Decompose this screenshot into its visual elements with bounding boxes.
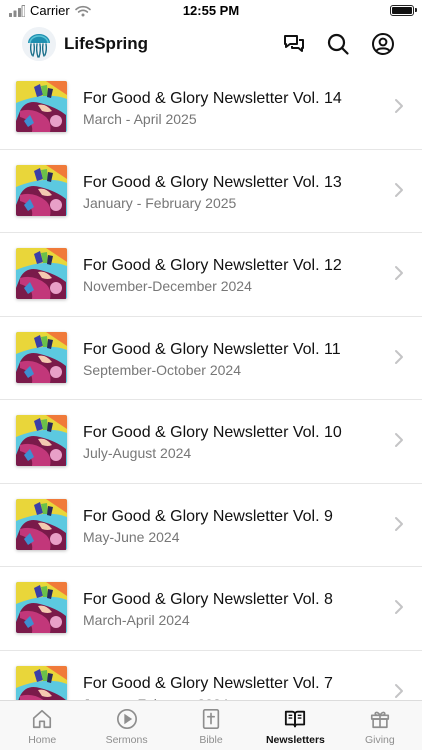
newsletter-thumbnail: [16, 665, 67, 700]
bible-icon: [202, 709, 220, 729]
chat-bubbles-icon: [284, 35, 304, 52]
newsletter-thumbnail: [16, 248, 67, 299]
status-bar: Carrier 12:55 PM: [0, 0, 422, 22]
newsletter-date: March - April 2025: [83, 111, 197, 127]
tab-home[interactable]: Home: [0, 701, 84, 750]
tab-label: Bible: [199, 734, 223, 746]
chevron-right-icon: [395, 349, 403, 364]
app-title: LifeSpring: [64, 34, 149, 53]
newsletter-title: For Good & Glory Newsletter Vol. 11: [83, 340, 341, 358]
newsletter-date: September-October 2024: [83, 361, 241, 378]
tab-label: Sermons: [105, 734, 148, 746]
newsletter-row[interactable]: For Good & Glory Newsletter Vol. 8 March…: [0, 567, 422, 651]
battery-icon: [390, 5, 417, 16]
chevron-right-icon: [395, 99, 403, 113]
newsletter-row[interactable]: For Good & Glory Newsletter Vol. 9 May-J…: [0, 484, 422, 567]
newsletter-thumbnail: [16, 582, 67, 633]
tab-bar: Home Sermons Bible Newsletters Giving: [0, 700, 422, 750]
tab-label: Giving: [364, 734, 395, 746]
newsletter-date: March-April 2024: [83, 612, 190, 628]
home-icon: [33, 709, 52, 729]
app-header: LifeSpring: [0, 22, 422, 66]
gift-icon: [370, 711, 389, 729]
newsletter-title: For Good & Glory Newsletter Vol. 8: [83, 591, 333, 608]
messages-button[interactable]: [282, 32, 306, 56]
newsletter-title: For Good & Glory Newsletter Vol. 13: [83, 173, 342, 191]
newsletter-row[interactable]: For Good & Glory Newsletter Vol. 11 Sept…: [0, 317, 422, 400]
tab-bible[interactable]: Bible: [169, 701, 253, 750]
newsletter-row[interactable]: For Good & Glory Newsletter Vol. 13 Janu…: [0, 150, 422, 233]
chevron-right-icon: [395, 182, 403, 197]
play-circle-icon: [116, 709, 137, 729]
newsletter-date: November-December 2024: [83, 278, 252, 294]
tab-newsletters[interactable]: Newsletters: [253, 701, 337, 750]
account-icon: [372, 33, 394, 55]
newsletter-title: For Good & Glory Newsletter Vol. 9: [83, 507, 333, 525]
newsletter-thumbnail: [16, 498, 67, 550]
newsletter-row[interactable]: For Good & Glory Newsletter Vol. 7 Janua…: [0, 651, 422, 700]
newsletter-row[interactable]: For Good & Glory Newsletter Vol. 12 Nove…: [0, 233, 422, 317]
newsletter-title: For Good & Glory Newsletter Vol. 10: [83, 424, 342, 441]
app-logo[interactable]: [22, 27, 56, 61]
chevron-right-icon: [395, 683, 403, 698]
newsletter-thumbnail: [16, 415, 67, 466]
newsletter-date: May-June 2024: [83, 528, 180, 545]
newsletter-thumbnail: [16, 331, 67, 383]
jellyfish-logo-icon: [22, 27, 56, 61]
newsletter-title: For Good & Glory Newsletter Vol. 14: [83, 90, 342, 107]
tab-sermons[interactable]: Sermons: [84, 701, 168, 750]
chevron-right-icon: [395, 433, 403, 447]
newsletter-row[interactable]: For Good & Glory Newsletter Vol. 10 July…: [0, 400, 422, 484]
newsletter-list[interactable]: For Good & Glory Newsletter Vol. 14 Marc…: [0, 66, 422, 700]
tab-giving[interactable]: Giving: [338, 701, 422, 750]
status-time: 12:55 PM: [182, 3, 240, 18]
search-button[interactable]: [326, 32, 350, 56]
newsletter-date: July-August 2024: [83, 445, 192, 461]
newsletter-thumbnail: [16, 164, 67, 216]
open-book-icon: [285, 710, 306, 728]
newsletter-title: For Good & Glory Newsletter Vol. 7: [83, 674, 333, 692]
profile-button[interactable]: [371, 32, 395, 56]
search-icon: [327, 33, 349, 55]
chevron-right-icon: [395, 600, 403, 614]
chevron-right-icon: [395, 266, 403, 280]
tab-label: Newsletters: [265, 734, 325, 746]
newsletter-title: For Good & Glory Newsletter Vol. 12: [83, 257, 342, 274]
chevron-right-icon: [395, 516, 403, 531]
newsletter-row[interactable]: For Good & Glory Newsletter Vol. 14 Marc…: [0, 66, 422, 150]
newsletter-thumbnail: [16, 81, 67, 132]
tab-label: Home: [28, 734, 57, 746]
newsletter-date: January - February 2025: [83, 194, 237, 211]
